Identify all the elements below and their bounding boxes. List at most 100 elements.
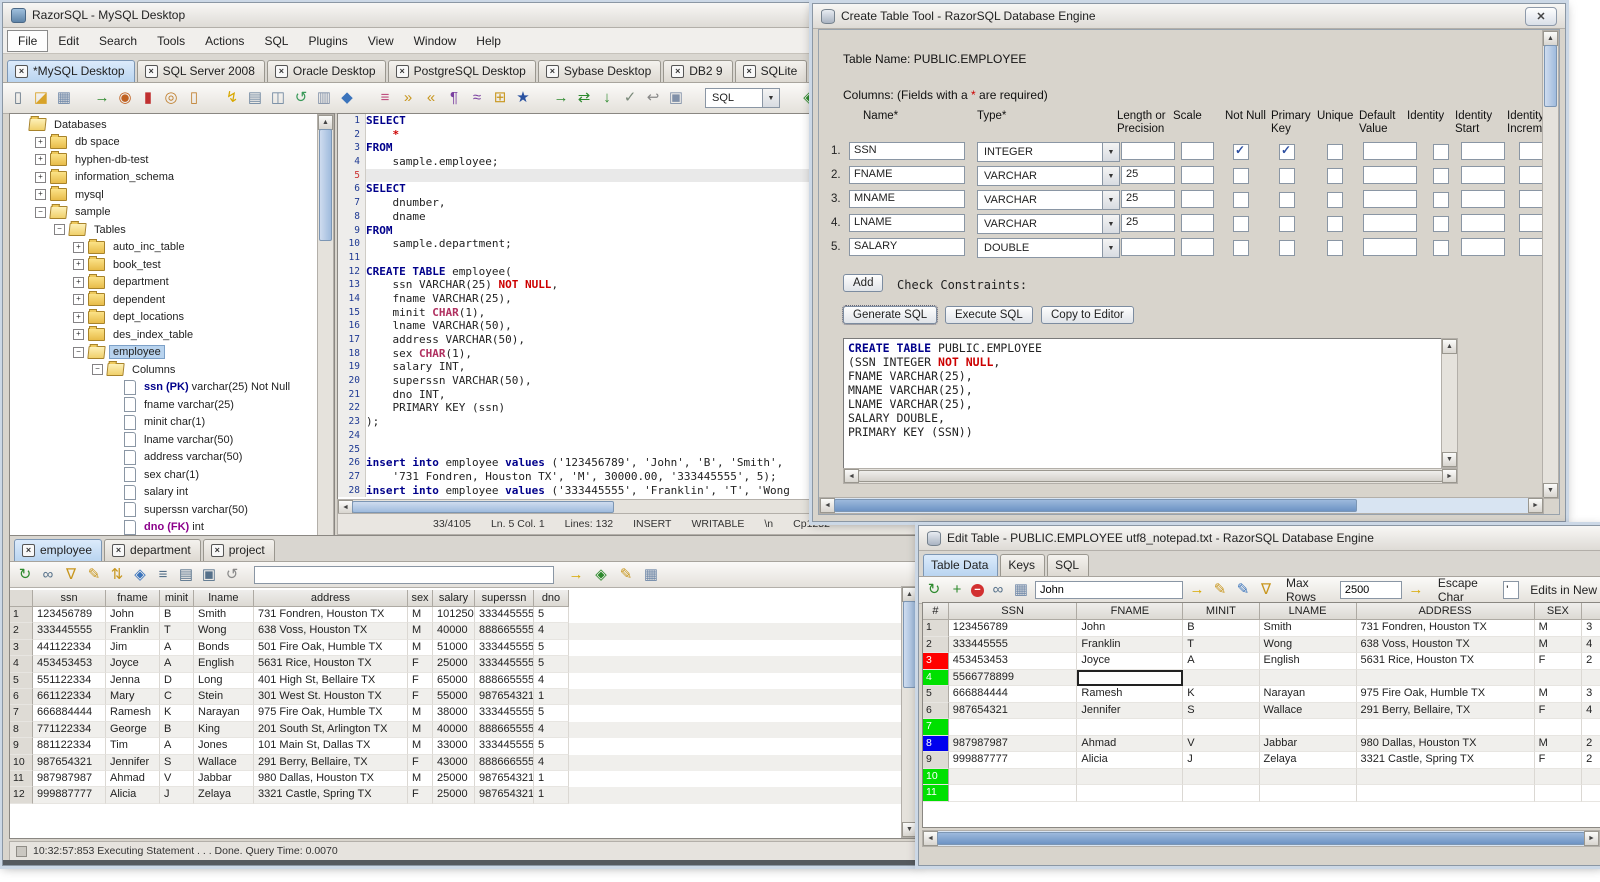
results-vertical-scrollbar[interactable]: ▲ ▼	[901, 586, 918, 838]
results-tab-project[interactable]: × project	[202, 539, 275, 561]
scale-field[interactable]	[1181, 238, 1214, 256]
tree-item-lname-varchar-50[interactable]: lname varchar(50)	[10, 431, 319, 449]
table-cell[interactable]: F	[408, 688, 433, 706]
table-cell[interactable]: 5	[534, 639, 569, 657]
unique-checkbox[interactable]	[1327, 216, 1343, 232]
table-cell[interactable]: 999887777	[948, 752, 1078, 769]
edit-connection-icon[interactable]: ◎	[162, 90, 180, 106]
go-icon[interactable]: →	[552, 90, 570, 106]
column-type-dropdown[interactable]: VARCHAR ▼	[977, 166, 1120, 186]
edit-results-icon[interactable]: ✎	[85, 566, 103, 583]
tree-item-dept-locations[interactable]: + dept_locations	[10, 308, 319, 327]
close-tab-icon[interactable]: ×	[210, 543, 224, 557]
document-icon[interactable]: ▥	[315, 90, 333, 106]
table-cell[interactable]: Alicia	[1077, 752, 1184, 769]
edit-data-icon[interactable]: ✎	[617, 566, 635, 583]
table-cell[interactable]: 25000	[433, 787, 475, 804]
table-cell[interactable]: 2	[1582, 653, 1600, 670]
collapse-minus-icon[interactable]: −	[73, 346, 84, 358]
rotate-results-icon[interactable]: ↺	[223, 566, 241, 583]
column-name-field[interactable]: SSN	[849, 142, 965, 160]
column-name-field[interactable]: LNAME	[849, 214, 965, 232]
table-cell[interactable]: M	[408, 738, 433, 755]
align-icon[interactable]: ≈	[468, 90, 486, 106]
row-number[interactable]: 6	[923, 702, 949, 719]
tree-item-ssn-pk[interactable]: ssn (PK) varchar(25) Not Null	[10, 379, 319, 397]
table-cell[interactable]: V	[160, 770, 194, 788]
results-column-header-superssn[interactable]: superssn	[475, 590, 534, 607]
menu-plugins[interactable]: Plugins	[298, 31, 357, 51]
connection-tab-postgresql-desktop[interactable]: × PostgreSQL Desktop	[387, 60, 536, 82]
window-vertical-scrollbar[interactable]: ▲ ▼	[1542, 30, 1559, 499]
tree-item-des-index-table[interactable]: + des_index_table	[10, 326, 319, 344]
not-null-checkbox[interactable]	[1233, 168, 1249, 184]
table-cell[interactable]: K	[160, 705, 194, 722]
expand-plus-icon[interactable]: +	[73, 241, 84, 253]
table-row[interactable]: 10 987654321 Jennifer S Wallace 291 Berry, Be…	[10, 754, 918, 771]
escape-char-input[interactable]	[1503, 581, 1520, 599]
table-cell[interactable]: 987987987	[33, 770, 106, 788]
disconnect-icon[interactable]: ▮	[139, 90, 157, 106]
row-number-blue[interactable]: 8	[923, 735, 949, 752]
table-cell[interactable]: Franklin	[1077, 636, 1184, 653]
table-cell[interactable]	[1582, 785, 1600, 802]
table-cell[interactable]: Long	[194, 672, 254, 689]
tree-item-dependent[interactable]: + dependent	[10, 291, 319, 309]
form-view-icon[interactable]: ▤	[177, 566, 195, 583]
table-row[interactable]: 10	[923, 768, 1600, 785]
results-column-header-ssn[interactable]: ssn	[33, 590, 106, 607]
table-cell[interactable]	[1534, 768, 1583, 785]
chevron-down-icon[interactable]: ▼	[1102, 215, 1119, 233]
length-precision-field[interactable]: 25	[1121, 190, 1175, 208]
highlight-icon[interactable]: ✎	[1211, 582, 1229, 598]
table-row[interactable]: 1 123456789 John B Smith 731 Fondren, Houston…	[10, 607, 918, 624]
search-go-arrow-icon[interactable]: →	[1188, 582, 1206, 598]
tree-item-tables[interactable]: − Tables	[10, 221, 319, 239]
edit-column-header-minit[interactable]: MINIT	[1183, 603, 1260, 620]
table-cell[interactable]: F	[408, 672, 433, 689]
results-tab-employee[interactable]: × employee	[14, 539, 103, 561]
table-cell[interactable]: Jones	[194, 738, 254, 755]
sql-hscroll-thumb[interactable]	[858, 470, 1443, 482]
tree-item-sex-char-1[interactable]: sex char(1)	[10, 466, 319, 484]
table-row[interactable]: 12 999887777 Alicia J Zelaya 3321 Castle, Spr…	[10, 787, 918, 804]
results-column-header-lname[interactable]: lname	[194, 590, 254, 607]
refresh-table-icon[interactable]: ↻	[925, 582, 943, 598]
identity-start-field[interactable]	[1461, 238, 1505, 256]
table-cell[interactable]	[1582, 719, 1600, 736]
tree-item-auto-inc-table[interactable]: + auto_inc_table	[10, 238, 319, 257]
edit-column-header-partial[interactable]	[1582, 603, 1600, 620]
scroll-right-icon[interactable]: ►	[1442, 469, 1457, 483]
table-cell[interactable]	[1534, 785, 1583, 802]
scale-field[interactable]	[1181, 142, 1214, 160]
results-column-header-address[interactable]: address	[254, 590, 408, 607]
edit-table-tool-icon[interactable]: ⊞	[491, 90, 509, 106]
tree-item-address-varchar-50[interactable]: address varchar(50)	[10, 449, 319, 467]
identity-checkbox[interactable]	[1433, 144, 1449, 160]
table-cell[interactable]: Bonds	[194, 639, 254, 657]
window-horizontal-scrollbar[interactable]: ◄ ►	[819, 497, 1544, 514]
connection-tab-sqlite[interactable]: × SQLite	[734, 60, 808, 82]
table-cell[interactable]: 1	[534, 770, 569, 788]
table-cell[interactable]: 25000	[433, 656, 475, 673]
scroll-down-icon[interactable]: ▼	[1543, 483, 1558, 498]
table-row[interactable]: 8 771122334 George B King 201 South St, Arlin…	[10, 721, 918, 739]
table-cell[interactable]	[1582, 670, 1600, 686]
table-cell[interactable]: 4	[1582, 703, 1600, 719]
length-precision-field[interactable]: 25	[1121, 214, 1175, 232]
table-cell[interactable]	[1356, 768, 1535, 785]
table-cell[interactable]: 25000	[433, 770, 475, 788]
menu-tools[interactable]: Tools	[147, 31, 195, 51]
table-cell[interactable]: 301 West St. Houston TX	[254, 688, 408, 706]
table-cell[interactable]: Jim	[106, 639, 160, 657]
scroll-down-icon[interactable]: ▼	[902, 822, 917, 837]
max-rows-go-icon[interactable]: →	[1407, 582, 1425, 598]
table-cell[interactable]: 333445555	[475, 607, 534, 624]
table-row[interactable]: 1 123456789 John B Smith 731 Fondren, Houston…	[923, 620, 1600, 637]
row-number-red[interactable]: 3	[923, 653, 949, 670]
table-cell[interactable]: 5	[534, 656, 569, 673]
max-rows-input[interactable]	[1339, 581, 1402, 599]
refresh-results-icon[interactable]: ↻	[16, 566, 34, 583]
table-cell[interactable]: John	[106, 607, 160, 624]
results-scroll-thumb[interactable]	[903, 601, 916, 688]
